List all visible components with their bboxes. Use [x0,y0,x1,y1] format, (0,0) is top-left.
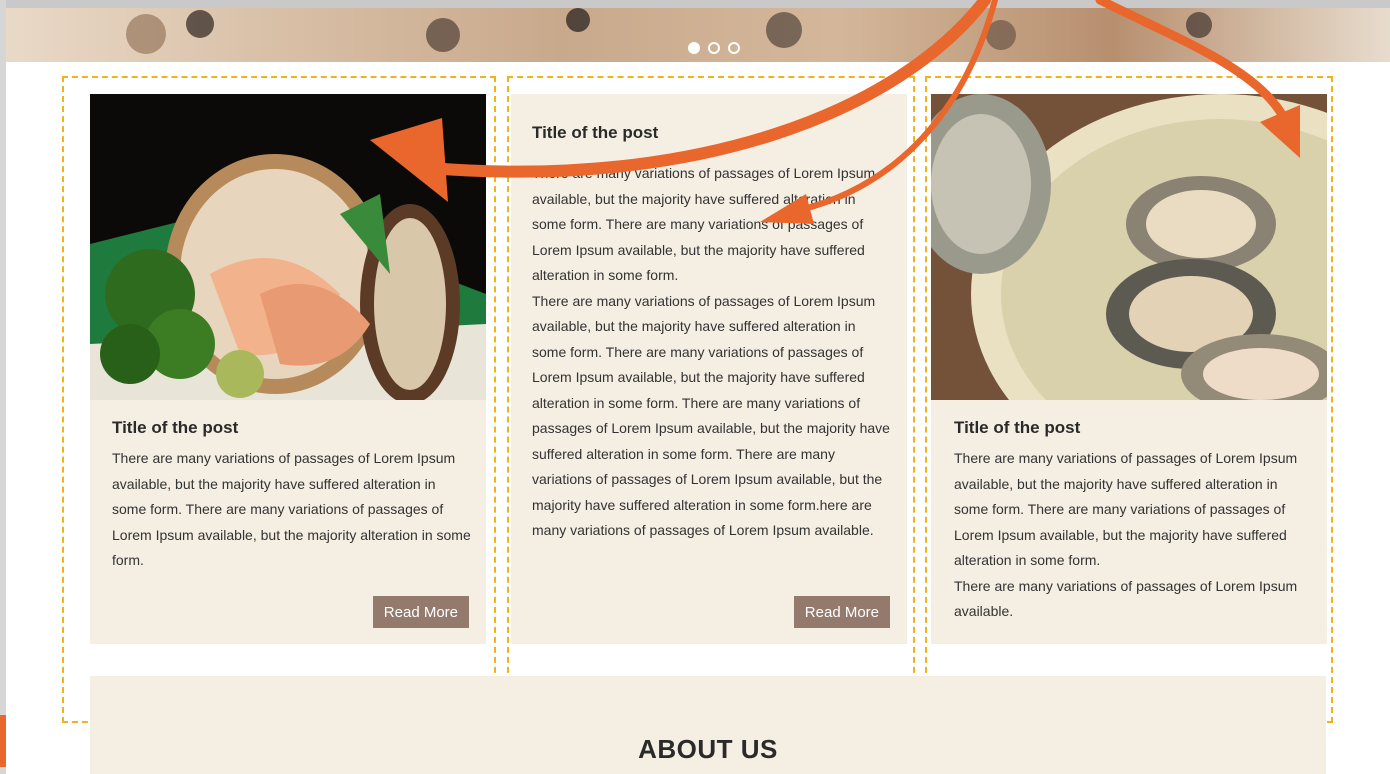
read-more-button[interactable]: Read More [793,596,890,628]
post-card-3: Title of the post There are many variati… [931,94,1327,644]
read-more-button[interactable]: Read More [372,596,469,628]
about-heading: ABOUT US [638,734,778,764]
slider-dot-1[interactable] [688,42,700,54]
post-title: Title of the post [954,418,1081,437]
post-title: Title of the post [532,123,659,142]
clam-dish-illustration [90,94,486,400]
post-card-2: Title of the post There are many variati… [511,94,907,644]
post-excerpt: There are many variations of passages of… [954,450,1298,619]
post-image-clam-dish [90,94,486,400]
window-left-edge [0,0,6,774]
post-image-oysters [931,94,1327,400]
hero-decor [126,14,166,54]
hero-decor [186,10,214,38]
hero-decor [566,8,590,32]
slider-dot-2[interactable] [708,42,720,54]
post-excerpt: There are many variations of passages of… [532,165,890,538]
slider-dot-3[interactable] [728,42,740,54]
left-accent-strip [0,715,6,767]
oysters-illustration [931,94,1327,400]
post-excerpt: There are many variations of passages of… [112,450,471,568]
hero-decor [1186,12,1212,38]
about-section: ABOUT US [90,676,1326,774]
hero-slider [6,8,1390,62]
hero-decor [426,18,460,52]
slider-pagination [688,42,740,54]
post-title: Title of the post [112,418,239,437]
window-top-edge [0,0,1390,8]
hero-decor [766,12,802,48]
post-card-1: Title of the post There are many variati… [90,94,486,644]
hero-decor [986,20,1016,50]
